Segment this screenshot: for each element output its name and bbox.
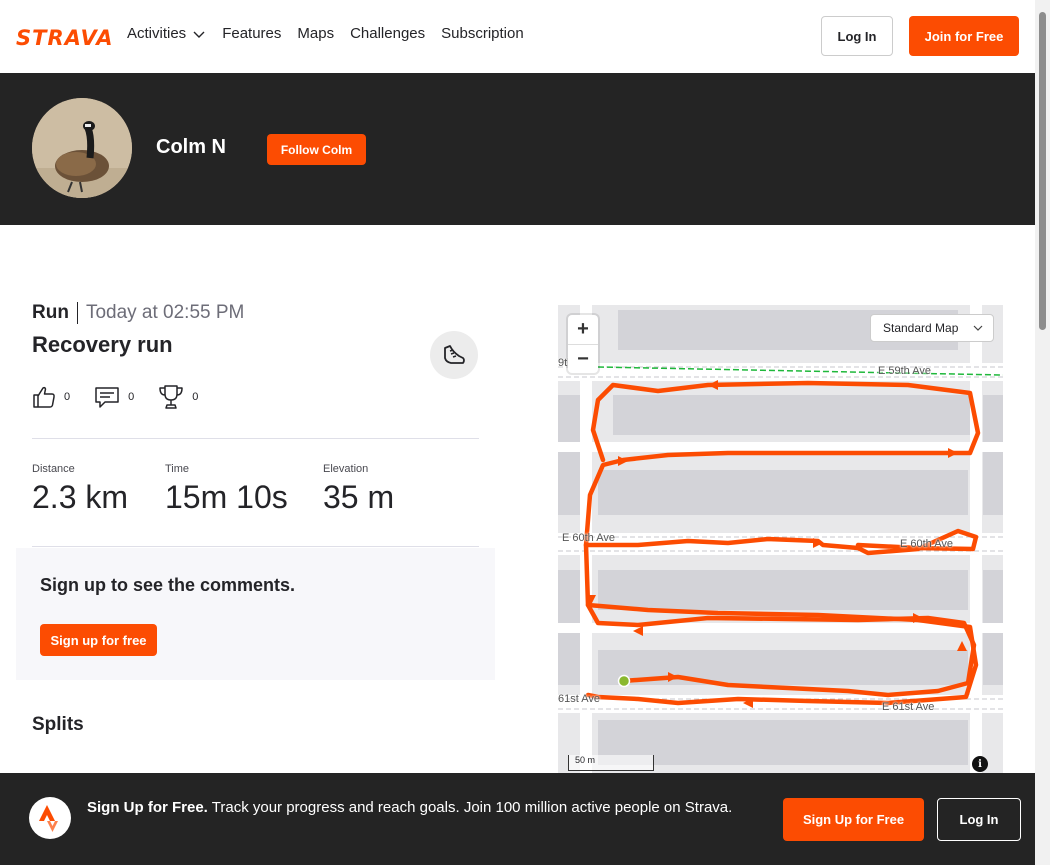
zoom-control: + − bbox=[568, 315, 598, 373]
activity-meta: Run Today at 02:55 PM bbox=[32, 302, 244, 324]
kudos-count: 0 bbox=[64, 391, 71, 403]
chevron-down-icon bbox=[973, 325, 983, 331]
street-label: E 59th Ave bbox=[878, 365, 932, 377]
activity-type: Run bbox=[32, 302, 78, 324]
follow-button[interactable]: Follow Colm bbox=[267, 134, 366, 165]
athlete-header: Colm N Follow Colm bbox=[0, 73, 1035, 225]
stat-distance: Distance 2.3 km bbox=[32, 463, 129, 515]
nav-features[interactable]: Features bbox=[222, 25, 281, 42]
activity-stats: Distance 2.3 km Time 15m 10s Elevation 3… bbox=[32, 463, 394, 516]
street-label: E 61st Ave bbox=[882, 701, 935, 713]
nav-links: Activities Features Maps Challenges Subs… bbox=[127, 25, 524, 42]
trophy-icon bbox=[159, 385, 183, 409]
comments-panel: Sign up to see the comments. Sign up for… bbox=[16, 548, 495, 680]
stat-elevation: Elevation 35 m bbox=[323, 463, 395, 515]
comments-prompt: Sign up to see the comments. bbox=[40, 575, 296, 595]
nav-maps[interactable]: Maps bbox=[297, 25, 334, 42]
map-style-select[interactable]: Standard Map bbox=[870, 314, 994, 342]
comments-count: 0 bbox=[128, 391, 135, 403]
start-marker bbox=[617, 674, 631, 688]
divider bbox=[32, 546, 479, 547]
top-nav: STRAVA Activities Features Maps Challeng… bbox=[0, 0, 1035, 73]
strava-chevrons-icon bbox=[39, 805, 58, 832]
splits-heading: Splits bbox=[32, 714, 84, 735]
social-row: 0 0 0 bbox=[32, 384, 198, 410]
strava-app-icon bbox=[29, 797, 71, 839]
nav-activities[interactable]: Activities bbox=[127, 25, 206, 42]
banner-message: Sign Up for Free. Track your progress an… bbox=[87, 799, 733, 816]
banner-login-button[interactable]: Log In bbox=[937, 798, 1021, 841]
thumbs-up-icon bbox=[33, 386, 55, 408]
shoe-icon bbox=[444, 345, 465, 364]
athlete-name[interactable]: Colm N bbox=[156, 136, 226, 159]
login-button[interactable]: Log In bbox=[821, 16, 893, 56]
strava-logo[interactable]: STRAVA bbox=[16, 26, 114, 50]
activity-title: Recovery run bbox=[32, 332, 173, 357]
activity-time: Today at 02:55 PM bbox=[85, 302, 245, 323]
join-button[interactable]: Join for Free bbox=[909, 16, 1019, 56]
street-label: E 60th Ave bbox=[900, 538, 954, 550]
banner-signup-button[interactable]: Sign Up for Free bbox=[783, 798, 924, 841]
street-label: E 60th Ave bbox=[562, 532, 616, 544]
divider bbox=[32, 438, 479, 439]
signup-banner: Sign Up for Free. Track your progress an… bbox=[0, 773, 1035, 865]
avatar[interactable] bbox=[32, 98, 132, 198]
scale-bar: 50 m bbox=[568, 755, 654, 771]
scroll-thumb[interactable] bbox=[1039, 12, 1046, 330]
goose-photo bbox=[32, 98, 132, 198]
info-icon[interactable]: i bbox=[972, 756, 988, 772]
scrollbar[interactable] bbox=[1035, 0, 1050, 865]
nav-challenges[interactable]: Challenges bbox=[350, 25, 425, 42]
stat-time: Time 15m 10s bbox=[165, 463, 288, 515]
shoe-button[interactable] bbox=[430, 331, 478, 379]
kudos-button[interactable]: 0 bbox=[32, 385, 70, 409]
zoom-out-button[interactable]: − bbox=[568, 344, 598, 373]
route-map[interactable]: E 59th Ave E 60th Ave E 60th Ave E 61st … bbox=[558, 305, 1003, 775]
chevron-down-icon bbox=[193, 31, 205, 38]
street-label: 61st Ave bbox=[558, 693, 600, 705]
comment-icon bbox=[95, 387, 119, 408]
achievements-button[interactable]: 0 bbox=[158, 384, 198, 410]
comments-button[interactable]: 0 bbox=[94, 385, 134, 409]
zoom-in-button[interactable]: + bbox=[568, 315, 598, 344]
nav-subscription[interactable]: Subscription bbox=[441, 25, 524, 42]
achievements-count: 0 bbox=[192, 391, 199, 403]
signup-button[interactable]: Sign up for free bbox=[40, 624, 157, 656]
